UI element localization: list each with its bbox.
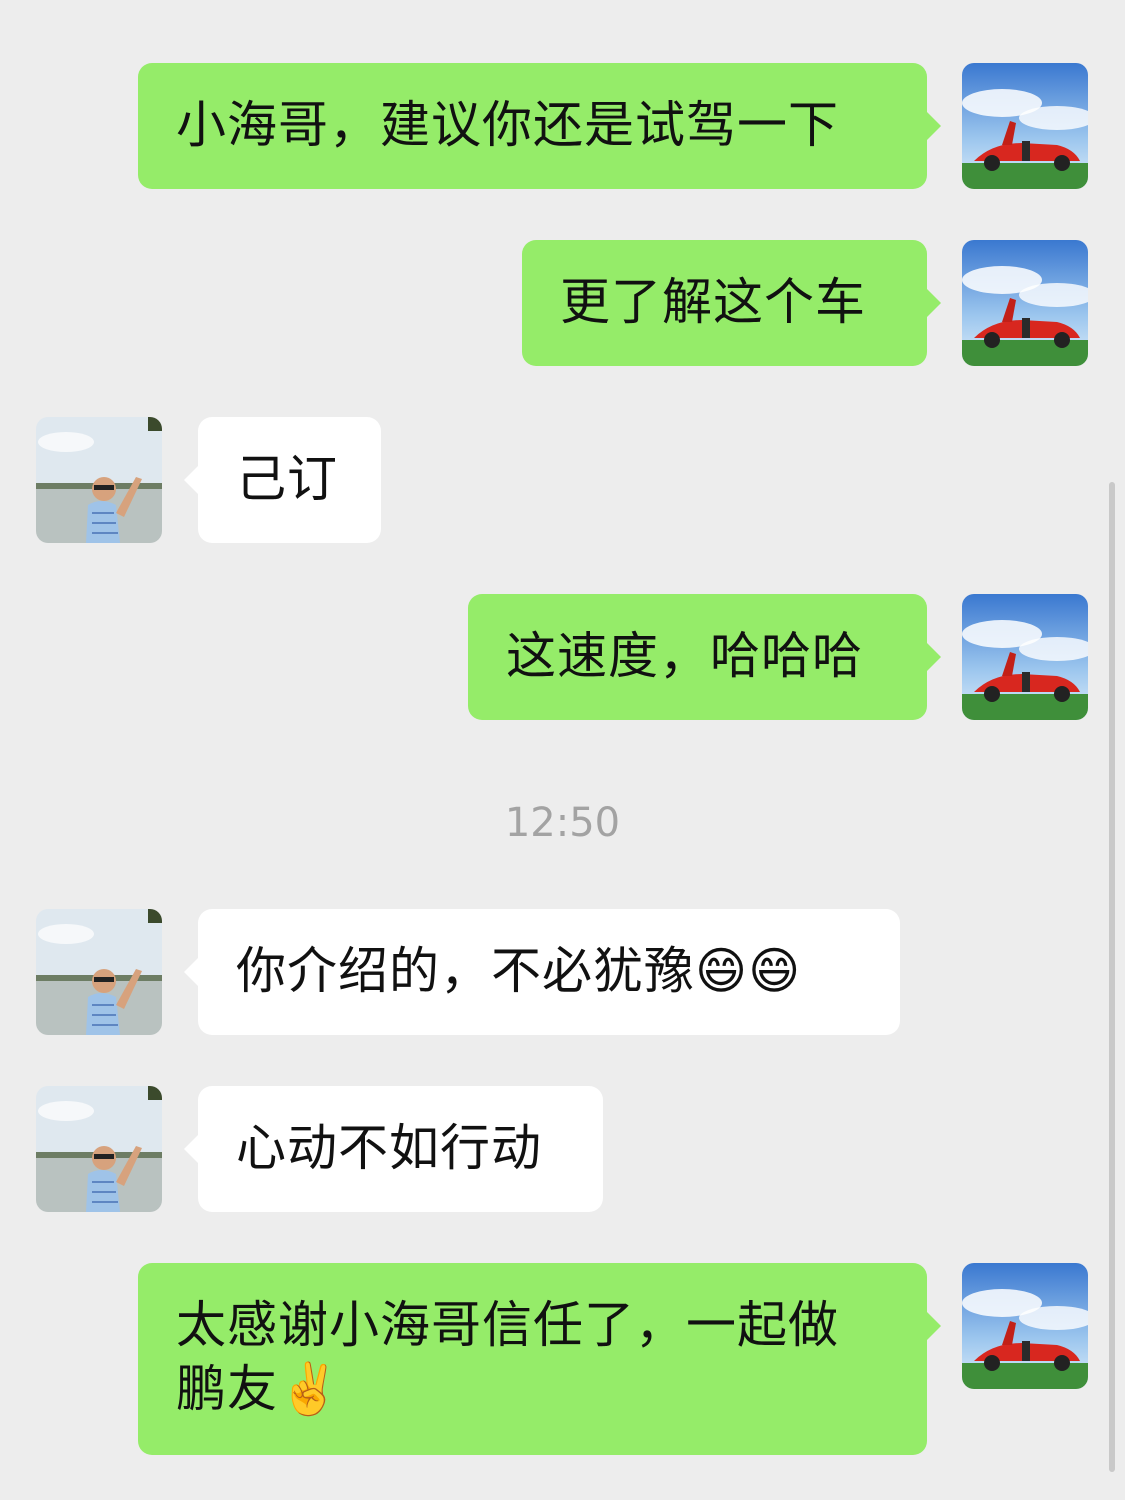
message-text-line-2: 鹏友✌️: [176, 1357, 889, 1421]
red-sports-car-avatar[interactable]: [962, 240, 1088, 366]
message-timestamp: 12:50: [504, 800, 621, 846]
red-sports-car-avatar-image: [962, 240, 1088, 366]
message-text: 这速度，哈哈哈: [506, 627, 863, 685]
scrollbar[interactable]: [1109, 482, 1115, 1472]
victory-hand-emoji: ✌️: [278, 1360, 342, 1418]
message-bubble[interactable]: 你介绍的，不必犹豫😄😄: [184, 909, 900, 1035]
message-text: 小海哥，建议你还是试驾一下: [176, 96, 839, 154]
red-sports-car-avatar[interactable]: [962, 1263, 1088, 1389]
red-sports-car-avatar-image: [962, 1263, 1088, 1389]
message-text: 心动不如行动: [236, 1119, 542, 1177]
message-bubble[interactable]: 更了解这个车: [522, 240, 941, 366]
message-bubble[interactable]: 己订: [184, 417, 381, 543]
red-sports-car-avatar[interactable]: [962, 63, 1088, 189]
man-by-river-avatar[interactable]: [36, 909, 162, 1035]
message-text-line-1: 太感谢小海哥信任了，一起做: [176, 1296, 839, 1354]
message-text: 你介绍的，不必犹豫: [236, 942, 695, 1000]
chat-conversation: 小海哥，建议你还是试驾一下 更了解这个车 己订 这速度，哈哈哈 12:50 你介…: [0, 0, 1125, 1500]
man-by-river-avatar[interactable]: [36, 417, 162, 543]
man-by-river-avatar-image: [36, 909, 162, 1035]
red-sports-car-avatar[interactable]: [962, 594, 1088, 720]
message-bubble[interactable]: 小海哥，建议你还是试驾一下: [138, 63, 941, 189]
message-bubble[interactable]: 太感谢小海哥信任了，一起做 鹏友✌️: [138, 1263, 941, 1455]
message-bubble[interactable]: 心动不如行动: [184, 1086, 603, 1212]
message-text: 己订: [236, 450, 338, 508]
message-text: 鹏友: [176, 1360, 278, 1418]
message-text: 更了解这个车: [560, 273, 866, 331]
message-bubble[interactable]: 这速度，哈哈哈: [468, 594, 941, 720]
man-by-river-avatar-image: [36, 417, 162, 543]
red-sports-car-avatar-image: [962, 63, 1088, 189]
man-by-river-avatar-image: [36, 1086, 162, 1212]
grin-emoji: 😄😄: [695, 942, 802, 1000]
man-by-river-avatar[interactable]: [36, 1086, 162, 1212]
red-sports-car-avatar-image: [962, 594, 1088, 720]
